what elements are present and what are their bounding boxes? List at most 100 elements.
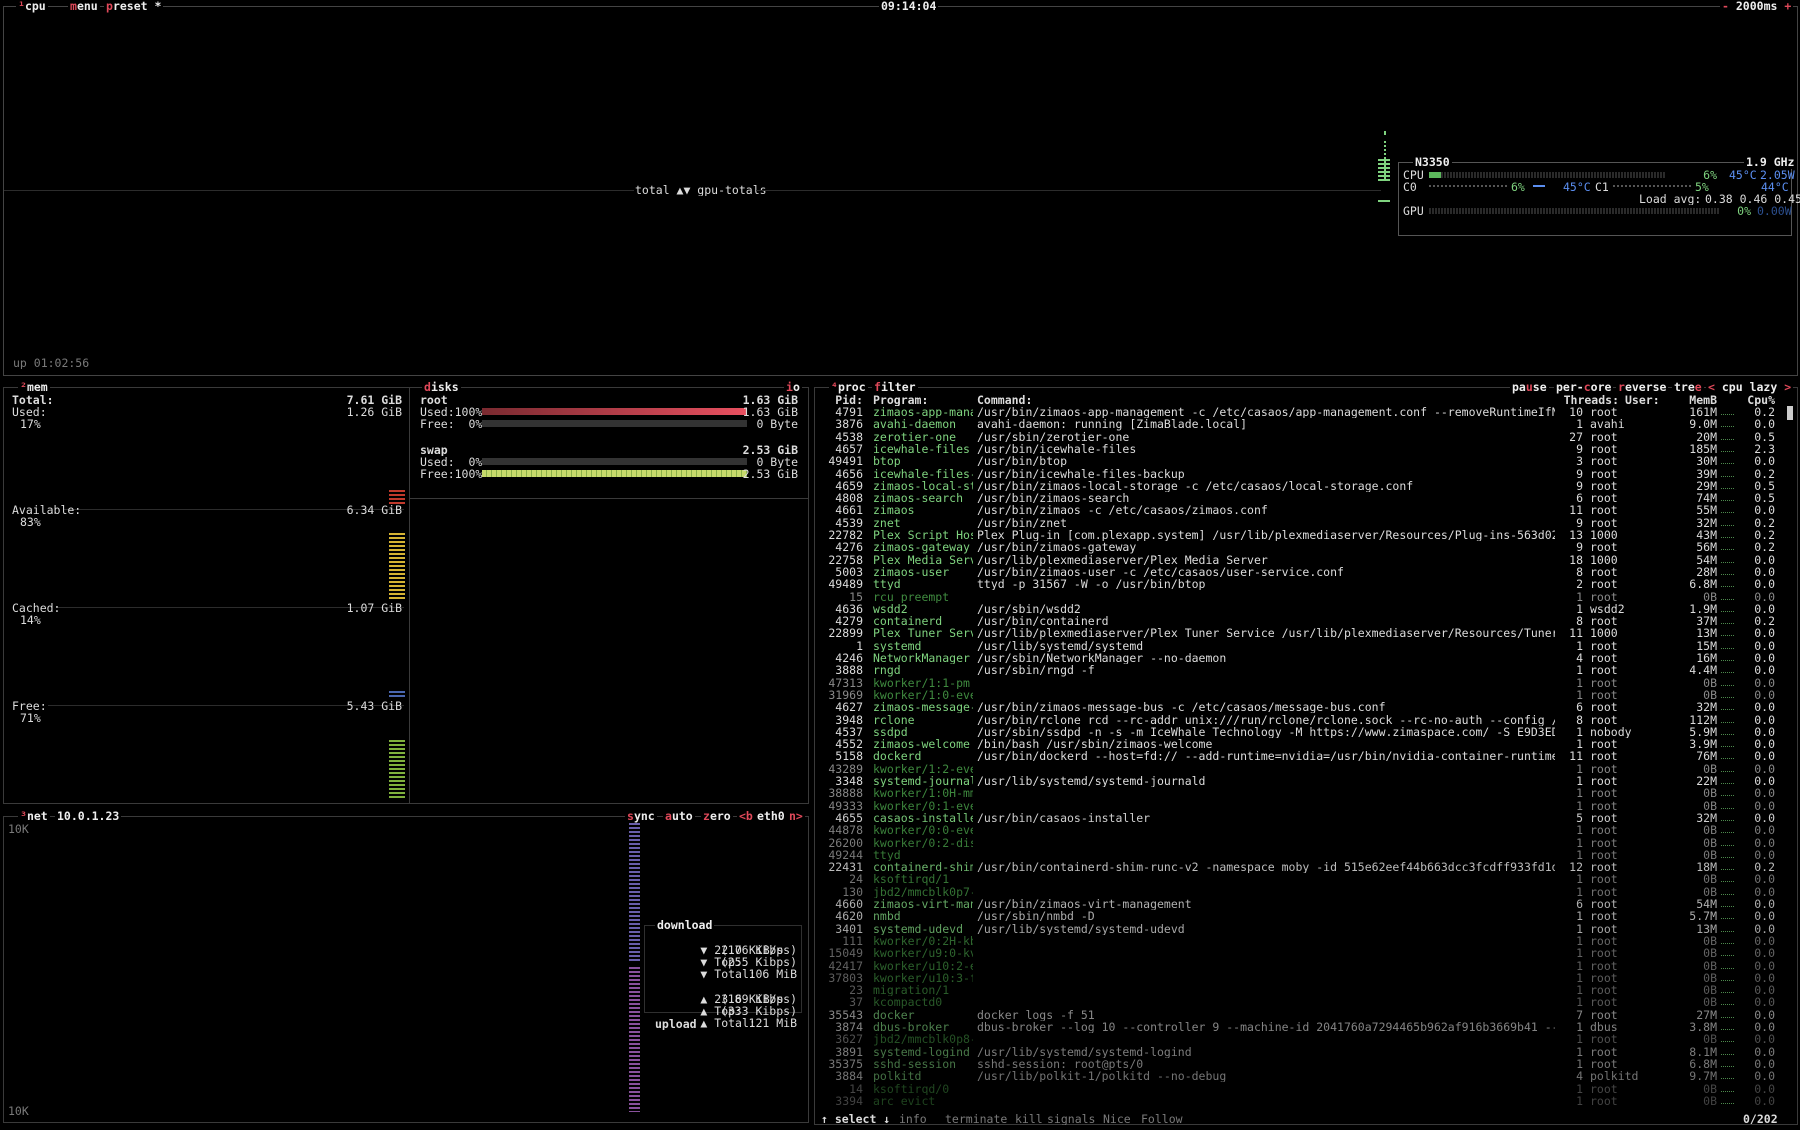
col-command[interactable]: Command:: [977, 394, 1032, 406]
proc-row[interactable]: 4620 nmbd/usr/sbin/nmbd -D 1 root 5.7M 0.0: [815, 910, 1795, 922]
interval-decrease-button[interactable]: -: [1722, 0, 1729, 13]
proc-row[interactable]: 15049 kworker/u9:0-kvf 1 root 0B 0.0: [815, 947, 1795, 959]
proc-row[interactable]: 4791 zimaos-app-mana/usr/bin/zimaos-app-m…: [815, 406, 1795, 418]
proc-row[interactable]: 31969 kworker/1:0-even 1 root 0B 0.0: [815, 689, 1795, 701]
proc-row[interactable]: 37803 kworker/u10:3-fl 1 root 0B 0.0: [815, 972, 1795, 984]
net-box-title[interactable]: ³net: [18, 810, 50, 823]
proc-row[interactable]: 22431 containerd-shim/usr/bin/containerd-…: [815, 861, 1795, 873]
proc-row[interactable]: 3876 avahi-daemon avahi-daemon: running [Z…: [815, 418, 1795, 430]
proc-row[interactable]: 49489 ttyd ttyd -p 31567 -W -o /usr/bin/bt…: [815, 578, 1795, 590]
proc-reverse-toggle[interactable]: reverse: [1616, 381, 1669, 394]
proc-command: /usr/bin/dockerd --host=fd:// --add-runt…: [977, 750, 1555, 763]
proc-row[interactable]: 23 migration/1 1 root 0B 0.0: [815, 984, 1795, 996]
proc-row[interactable]: 4246 NetworkManager/usr/sbin/NetworkManag…: [815, 652, 1795, 664]
proc-row[interactable]: 4552 zimaos-welcome/bin/bash /usr/sbin/zi…: [815, 738, 1795, 750]
proc-terminate-button[interactable]: terminate: [945, 1113, 1007, 1125]
proc-row[interactable]: 49491 btop/usr/bin/btop 3 root 30M 0.0: [815, 455, 1795, 467]
col-pid[interactable]: Pid:: [819, 394, 863, 406]
proc-row[interactable]: 47313 kworker/1:1-pm 1 root 0B 0.0: [815, 677, 1795, 689]
proc-row[interactable]: 14 ksoftirqd/0 1 root 0B 0.0: [815, 1083, 1795, 1095]
io-toggle[interactable]: io: [784, 381, 802, 394]
proc-row[interactable]: 111 kworker/0:2H-kbl 1 root 0B 0.0: [815, 935, 1795, 947]
proc-box-title[interactable]: ⁴proc: [829, 381, 868, 394]
proc-row[interactable]: 4661 zimaos/usr/bin/zimaos -c /etc/casaos…: [815, 504, 1795, 516]
proc-row[interactable]: 4657 icewhale-files/usr/bin/icewhale-file…: [815, 443, 1795, 455]
proc-row[interactable]: 38888 kworker/1:0H-mmc 1 root 0B 0.0: [815, 787, 1795, 799]
proc-per-core-toggle[interactable]: per-core: [1554, 381, 1614, 394]
proc-pause-toggle[interactable]: pause: [1510, 381, 1549, 394]
proc-follow-button[interactable]: Follow: [1141, 1113, 1183, 1125]
proc-row[interactable]: 4656 icewhale-files- /usr/bin/icewhale-fil…: [815, 468, 1795, 480]
proc-row[interactable]: 3627 jbd2/mmcblk0p8-8 1 root 0B 0.0: [815, 1033, 1795, 1045]
proc-select-control[interactable]: ↑ select ↓: [821, 1113, 890, 1125]
proc-row[interactable]: 4538 zerotier-one/usr/sbin/zerotier-one 27…: [815, 431, 1795, 443]
proc-row[interactable]: 26200 kworker/0:2-disp 1 root 0B 0.0: [815, 837, 1795, 849]
proc-row[interactable]: 24 ksoftirqd/1 1 root 0B 0.0: [815, 873, 1795, 885]
proc-user: root: [1590, 971, 1618, 985]
net-zero-toggle[interactable]: zero: [701, 810, 733, 823]
proc-sort-selector[interactable]: < cpu lazy >: [1706, 381, 1794, 394]
proc-cpu-graph: [1721, 1053, 1735, 1055]
proc-row[interactable]: 44878 kworker/0:0-even 1 root 0B 0.0: [815, 824, 1795, 836]
proc-row[interactable]: 35543 docker docker logs -f 51 7 root 27M 0.0: [815, 1009, 1795, 1021]
preset-button[interactable]: preset *: [104, 0, 164, 13]
proc-row[interactable]: 4636 wsdd2/usr/sbin/wsdd2 1 wsdd2 1.9M 0.0: [815, 603, 1795, 615]
proc-row[interactable]: 22758 Plex Media Serv/usr/lib/plexmediase…: [815, 554, 1795, 566]
proc-row[interactable]: 5003 zimaos-user/usr/bin/zimaos-user -c /…: [815, 566, 1795, 578]
col-cpu[interactable]: Cpu%: [1735, 394, 1775, 406]
col-threads[interactable]: Threads:: [1559, 394, 1619, 406]
proc-row[interactable]: 3401 systemd-udevd/usr/lib/systemd/system…: [815, 923, 1795, 935]
proc-row[interactable]: 4279 containerd/usr/bin/containerd 8 root 37…: [815, 615, 1795, 627]
proc-threads: 1: [1576, 1033, 1583, 1046]
net-prev-iface-button[interactable]: <b: [737, 810, 755, 823]
interval-increase-button[interactable]: +: [1784, 0, 1791, 13]
proc-pid: 42417: [828, 959, 863, 972]
proc-row[interactable]: 5158 dockerd/usr/bin/dockerd --host=fd://…: [815, 750, 1795, 762]
proc-row[interactable]: 4655 casaos-installe/usr/bin/casaos-insta…: [815, 812, 1795, 824]
proc-row[interactable]: 49333 kworker/0:1-even 1 root 0B 0.0: [815, 800, 1795, 812]
proc-row[interactable]: 3348 systemd-journal/usr/lib/systemd/syst…: [815, 775, 1795, 787]
proc-row[interactable]: 42417 kworker/u10:2-ev 1 root 0B 0.0: [815, 960, 1795, 972]
net-sync-toggle[interactable]: sync: [625, 810, 657, 823]
proc-nice-button[interactable]: Nice: [1103, 1113, 1131, 1125]
net-auto-toggle[interactable]: auto: [663, 810, 695, 823]
proc-row[interactable]: 3874 dbus-broker dbus-broker --log 10 --co…: [815, 1021, 1795, 1033]
proc-row[interactable]: 3394 arc_evict 1 root 0B 0.0: [815, 1095, 1795, 1106]
proc-row[interactable]: 15 rcu_preempt 1 root 0B 0.0: [815, 591, 1795, 603]
proc-row[interactable]: 43289 kworker/1:2-even 1 root 0B 0.0: [815, 763, 1795, 775]
proc-row[interactable]: 49244 ttyd 1 root 0B 0.0: [815, 849, 1795, 861]
proc-row[interactable]: 22899 Plex Tuner Serv/usr/lib/plexmediase…: [815, 627, 1795, 639]
proc-row[interactable]: 37 kcompactd0 1 root 0B 0.0: [815, 996, 1795, 1008]
proc-row[interactable]: 35375 sshd-session sshd-session: root@pts/…: [815, 1058, 1795, 1070]
proc-filter-button[interactable]: filter: [872, 381, 918, 394]
disks-title[interactable]: disks: [422, 381, 461, 394]
col-memb[interactable]: MemB: [1677, 394, 1717, 406]
net-next-iface-button[interactable]: n>: [787, 810, 805, 823]
col-user[interactable]: User:: [1625, 394, 1660, 406]
proc-row[interactable]: 22782 Plex Script Hos Plex Plug-in [com.pl…: [815, 529, 1795, 541]
proc-row[interactable]: 3891 systemd-logind/usr/lib/systemd/syste…: [815, 1046, 1795, 1058]
proc-list[interactable]: 4791 zimaos-app-mana/usr/bin/zimaos-app-m…: [815, 406, 1795, 1106]
proc-signals-button[interactable]: signals: [1047, 1113, 1095, 1125]
proc-row[interactable]: 4659 zimaos-local-st/usr/bin/zimaos-local…: [815, 480, 1795, 492]
col-program[interactable]: Program:: [873, 394, 928, 406]
proc-info-button[interactable]: info: [899, 1113, 927, 1125]
proc-row[interactable]: 4808 zimaos-search/usr/bin/zimaos-search 6…: [815, 492, 1795, 504]
proc-row[interactable]: 3884 polkitd/usr/lib/polkit-1/polkitd --n…: [815, 1070, 1795, 1082]
proc-row[interactable]: 4537 ssdpd/usr/sbin/ssdpd -n -s -m IceWha…: [815, 726, 1795, 738]
proc-scrollbar[interactable]: [1787, 406, 1793, 1106]
interval-control[interactable]: - 2000ms +: [1720, 0, 1794, 13]
proc-row[interactable]: 4627 zimaos-message- /usr/bin/zimaos-messa…: [815, 701, 1795, 713]
proc-tree-toggle[interactable]: tree: [1672, 381, 1704, 394]
proc-row[interactable]: 3888 rngd/usr/sbin/rngd -f 1 root 4.4M 0.0: [815, 664, 1795, 676]
proc-row[interactable]: 4660 zimaos-virt-man/usr/bin/zimaos-virt-…: [815, 898, 1795, 910]
proc-row[interactable]: 4276 zimaos-gateway/usr/bin/zimaos-gatewa…: [815, 541, 1795, 553]
proc-row[interactable]: 130 jbd2/mmcblk0p7-8 1 root 0B 0.0: [815, 886, 1795, 898]
cpu-box-title[interactable]: ¹cpu: [16, 0, 48, 13]
proc-row[interactable]: 4539 znet/usr/bin/znet 9 root 32M 0.2: [815, 517, 1795, 529]
mem-panel: Total: 7.61 GiB Used: 1.26 GiB 17% Avail…: [4, 388, 409, 803]
menu-button[interactable]: menu: [68, 0, 100, 13]
proc-row[interactable]: 3948 rclone/usr/bin/rclone rcd --rc-addr …: [815, 714, 1795, 726]
proc-kill-button[interactable]: kill: [1015, 1113, 1043, 1125]
proc-row[interactable]: 1 systemd/usr/lib/systemd/systemd 1 root 15M…: [815, 640, 1795, 652]
